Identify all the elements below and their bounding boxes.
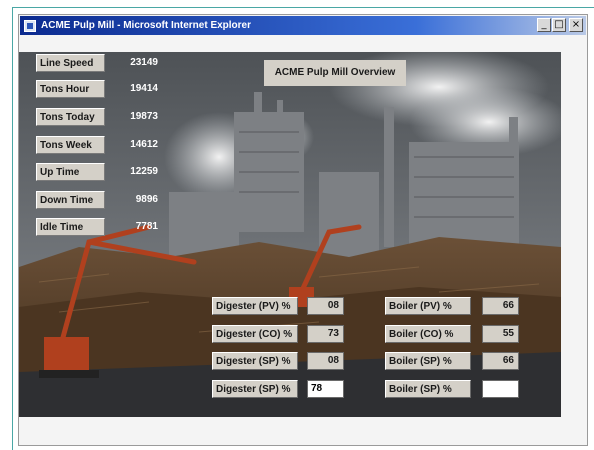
stat-label-tons-today: Tons Today	[36, 108, 105, 126]
boiler-sp-input[interactable]	[482, 380, 519, 398]
stat-label-idle-time: Idle Time	[36, 218, 105, 236]
stat-value-tons-today: 19873	[130, 111, 158, 122]
boiler-co-label: Boiler (CO) %	[385, 325, 471, 343]
digester-pv-value: 08	[307, 297, 344, 315]
digester-pv-label: Digester (PV) %	[212, 297, 298, 315]
boiler-pv-label: Boiler (PV) %	[385, 297, 471, 315]
frame-line-top	[12, 7, 594, 8]
stat-value-line-speed: 23149	[130, 57, 158, 68]
stat-value-tons-week: 14612	[130, 139, 158, 150]
stat-label-tons-hour: Tons Hour	[36, 80, 105, 98]
page-title: ACME Pulp Mill Overview	[264, 60, 406, 86]
digester-sp-input[interactable]: 78	[307, 380, 344, 398]
stat-label-up-time: Up Time	[36, 163, 105, 181]
digester-sp-label: Digester (SP) %	[212, 352, 298, 370]
digester-sp-value: 08	[307, 352, 344, 370]
window-title: ACME Pulp Mill - Microsoft Internet Expl…	[41, 20, 252, 31]
status-bar	[20, 430, 586, 444]
minimize-button[interactable]: _	[537, 18, 551, 32]
stat-value-tons-hour: 19414	[130, 83, 158, 94]
digester-co-label: Digester (CO) %	[212, 325, 298, 343]
stat-value-idle-time: 7781	[135, 221, 158, 232]
boiler-sp-value: 66	[482, 352, 519, 370]
boiler-sp-setpoint-label: Boiler (SP) %	[385, 380, 471, 398]
digester-sp-setpoint-label: Digester (SP) %	[212, 380, 298, 398]
close-button[interactable]: ×	[569, 18, 583, 32]
stat-value-up-time: 12259	[130, 166, 158, 177]
stat-value-down-time: 9896	[135, 194, 158, 205]
digester-co-value: 73	[307, 325, 344, 343]
stat-label-line-speed: Line Speed	[36, 54, 105, 72]
window-controls: _ □ ×	[537, 18, 583, 32]
title-bar[interactable]: ACME Pulp Mill - Microsoft Internet Expl…	[20, 16, 586, 35]
stat-label-tons-week: Tons Week	[36, 136, 105, 154]
internet-explorer-icon	[24, 19, 36, 32]
maximize-button[interactable]: □	[552, 18, 566, 32]
boiler-pv-value: 66	[482, 297, 519, 315]
boiler-co-value: 55	[482, 325, 519, 343]
stat-label-down-time: Down Time	[36, 191, 105, 209]
boiler-sp-label: Boiler (SP) %	[385, 352, 471, 370]
frame-line-left	[12, 7, 13, 450]
